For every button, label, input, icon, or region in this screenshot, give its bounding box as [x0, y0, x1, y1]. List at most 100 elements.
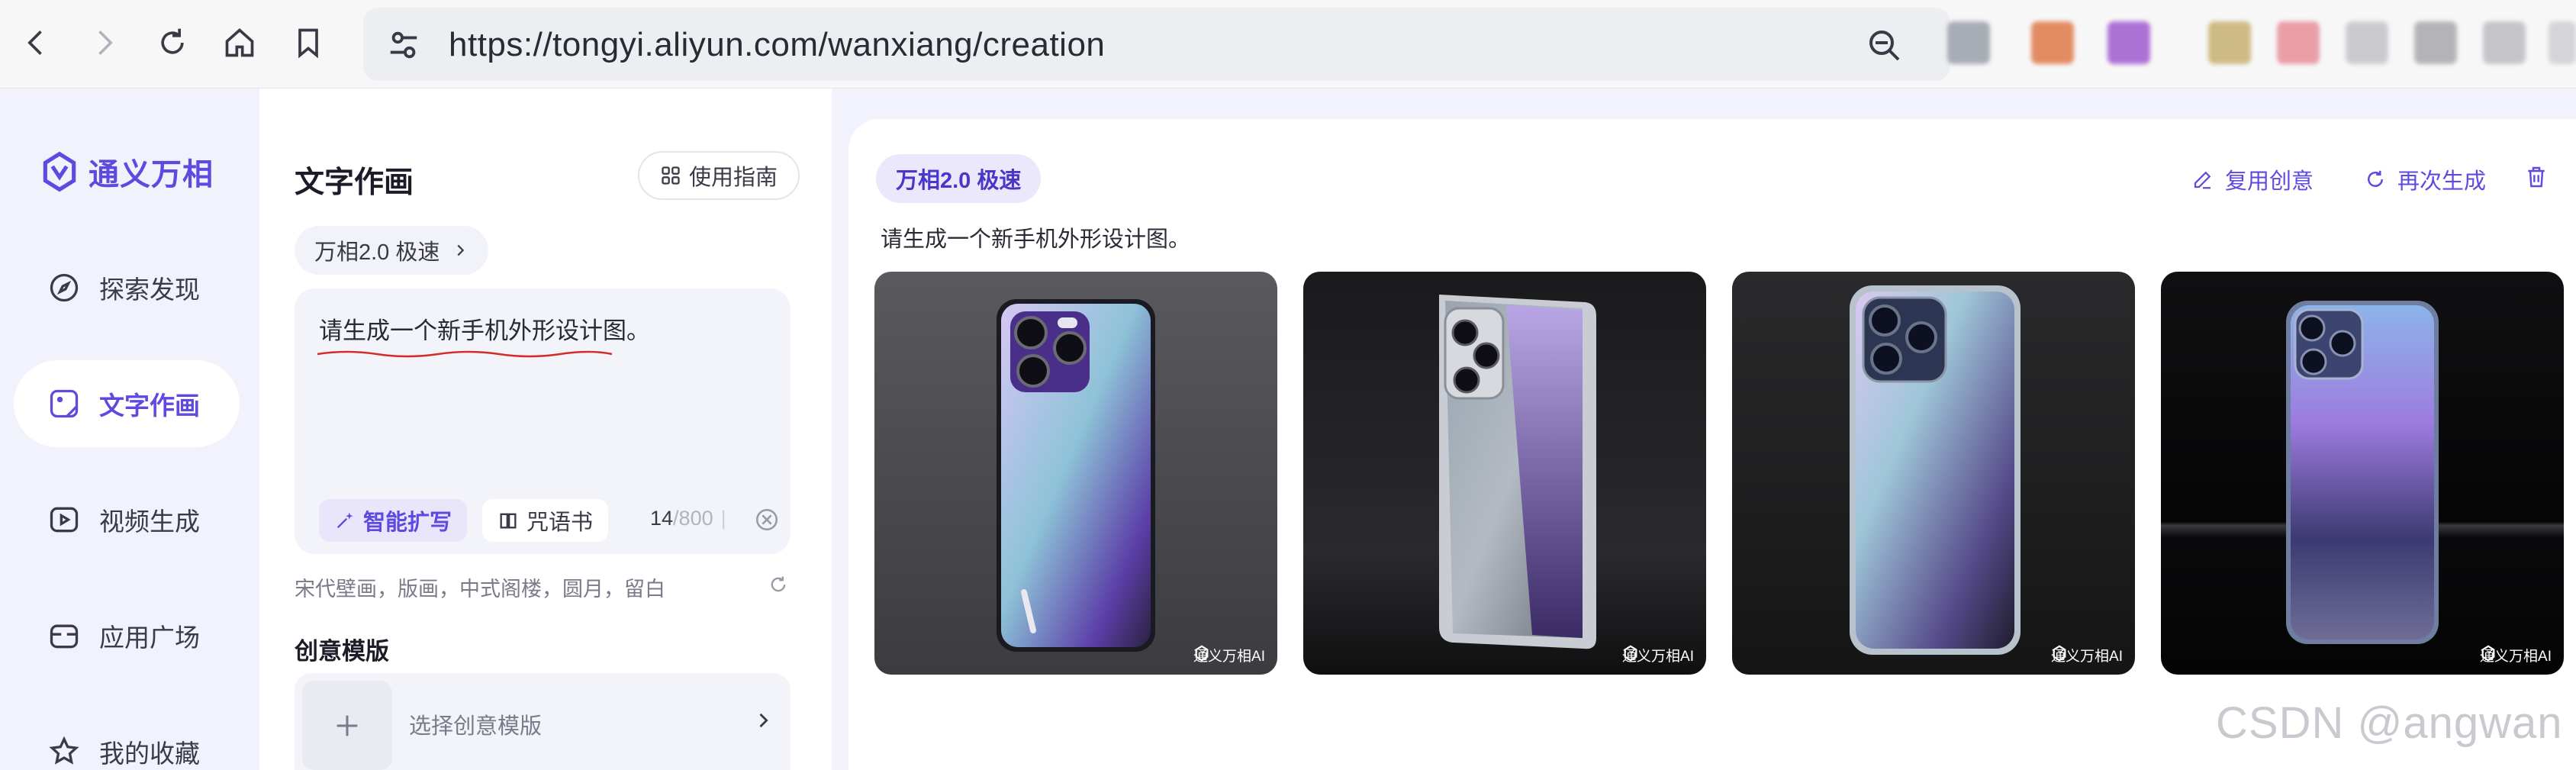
result-area: 万相2.0 极速 复用创意 再次生成 请生成一个新手机外形设计图。 通义万相AI: [848, 119, 2576, 770]
regenerate-button[interactable]: 再次生成: [2364, 163, 2486, 195]
guide-button[interactable]: 使用指南: [638, 151, 800, 200]
image-watermark: 通义万相AI: [2480, 645, 2552, 665]
extension-icon[interactable]: [2208, 21, 2251, 64]
generated-image[interactable]: 通义万相AI: [1303, 272, 1706, 675]
phone-render-1: [997, 299, 1155, 652]
prompt-text[interactable]: 请生成一个新手机外形设计图。: [319, 311, 650, 346]
extension-icon[interactable]: [2277, 21, 2320, 64]
extension-icon[interactable]: [2346, 21, 2388, 64]
bookmark-button[interactable]: [285, 20, 331, 66]
template-placeholder: 选择创意模版: [409, 714, 543, 739]
reload-icon: [161, 28, 184, 54]
sidebar-item-favorites[interactable]: 我的收藏: [14, 708, 240, 770]
template-section-title: 创意模版: [295, 638, 389, 665]
forward-button[interactable]: [81, 20, 127, 66]
page-title: 文字作画: [295, 166, 414, 199]
generated-image[interactable]: 通义万相AI: [2161, 272, 2564, 675]
sidebar-item-label: 探索发现: [99, 275, 200, 304]
sidebar-item-label: 应用广场: [99, 623, 200, 652]
video-icon: [50, 507, 79, 533]
spellbook-label: 咒语书: [526, 511, 594, 535]
star-icon: [49, 736, 79, 765]
extension-icon[interactable]: [2549, 21, 2576, 64]
logo-text: 通义万相: [89, 158, 214, 192]
trash-icon[interactable]: [2524, 165, 2549, 189]
prompt-input[interactable]: 请生成一个新手机外形设计图。 智能扩写 咒语书 14/800 |: [295, 288, 791, 554]
generated-image[interactable]: 通义万相AI: [874, 272, 1277, 675]
csdn-watermark: CSDN @angwan: [2216, 698, 2563, 748]
tongyi-logo-icon: [2053, 645, 2066, 662]
edit-icon: [2194, 171, 2211, 189]
sidebar: 通义万相 探索发现 文字作画 视频生成 应用广场 我的收藏: [0, 89, 259, 770]
char-max: /800: [673, 507, 713, 530]
clear-icon[interactable]: [754, 507, 780, 533]
book-icon: [500, 513, 517, 529]
result-model-badge: 万相2.0 极速: [876, 154, 1042, 203]
result-model-label: 万相2.0 极速: [896, 169, 1022, 193]
tongyi-logo-icon: [1195, 645, 1209, 662]
guide-label: 使用指南: [688, 166, 778, 190]
home-button[interactable]: [217, 20, 262, 66]
sidebar-item-app-square[interactable]: 应用广场: [14, 592, 240, 679]
extension-icon[interactable]: [2107, 21, 2150, 64]
image-watermark: 通义万相AI: [1622, 645, 1694, 665]
sidebar-item-explore[interactable]: 探索发现: [14, 244, 240, 331]
add-template-button[interactable]: [302, 681, 392, 770]
back-arrow-icon: [27, 31, 42, 55]
sidebar-item-label: 我的收藏: [99, 739, 200, 768]
char-count: 14: [650, 507, 674, 530]
phone-render-4: [2286, 301, 2439, 644]
site-settings-icon[interactable]: [386, 27, 421, 63]
canvas-icon: [50, 389, 79, 418]
chevron-right-icon: [457, 244, 465, 256]
tongyi-logo-icon: [43, 151, 76, 192]
magic-wand-icon: [336, 512, 353, 529]
extension-icon[interactable]: [1947, 21, 1990, 64]
creation-panel: 文字作画 使用指南 万相2.0 极速 请生成一个新手机外形设计图。 智能扩写 咒…: [267, 119, 819, 770]
sidebar-item-text-to-image[interactable]: 文字作画: [14, 360, 240, 447]
extension-icon[interactable]: [2483, 21, 2526, 64]
extension-icon[interactable]: [2414, 21, 2457, 64]
image-watermark: 通义万相AI: [1193, 645, 1265, 665]
generated-image[interactable]: 通义万相AI: [1732, 272, 2135, 675]
model-selector[interactable]: 万相2.0 极速: [295, 226, 489, 275]
spellbook-button[interactable]: 咒语书: [482, 499, 609, 542]
smart-expand-button[interactable]: 智能扩写: [319, 499, 468, 542]
regenerate-label: 再次生成: [2397, 169, 2487, 194]
reload-button[interactable]: [150, 20, 195, 66]
sidebar-item-video[interactable]: 视频生成: [14, 476, 240, 563]
result-prompt-text: 请生成一个新手机外形设计图。: [881, 227, 1191, 252]
home-icon: [225, 28, 254, 57]
sidebar-item-label: 文字作画: [99, 391, 200, 420]
store-icon: [50, 624, 79, 649]
forward-arrow-icon: [98, 31, 113, 55]
sidebar-item-label: 视频生成: [99, 507, 200, 536]
smart-expand-label: 智能扩写: [363, 511, 452, 535]
reuse-label: 复用创意: [2225, 169, 2314, 194]
redo-icon: [2368, 170, 2383, 187]
grid-icon: [662, 166, 680, 185]
address-bar[interactable]: https://tongyi.aliyun.com/wanxiang/creat…: [363, 8, 1950, 81]
model-label: 万相2.0 极速: [314, 240, 440, 265]
refresh-icon[interactable]: [768, 574, 789, 595]
tongyi-logo-icon: [1624, 645, 1637, 662]
spellcheck-underline: [317, 350, 613, 358]
reuse-button[interactable]: 复用创意: [2191, 163, 2314, 195]
app-logo[interactable]: 通义万相: [38, 150, 214, 194]
image-watermark: 通义万相AI: [2051, 645, 2123, 665]
tongyi-logo-icon: [2481, 645, 2495, 662]
back-button[interactable]: [14, 20, 60, 66]
chevron-right-icon: [759, 713, 768, 728]
browser-toolbar: https://tongyi.aliyun.com/wanxiang/creat…: [0, 0, 2576, 89]
template-selector[interactable]: 选择创意模版: [295, 673, 791, 770]
bookmark-icon: [298, 28, 318, 59]
zoom-out-icon[interactable]: [1866, 27, 1903, 64]
plus-icon: [336, 715, 358, 736]
char-counter: 14/800 |: [650, 507, 726, 530]
phone-render-2: [1439, 295, 1596, 649]
phone-render-3: [1850, 285, 2021, 655]
prompt-suggestion[interactable]: 宋代壁画，版画，中式阁楼，圆月，留白: [295, 572, 665, 602]
url-text[interactable]: https://tongyi.aliyun.com/wanxiang/creat…: [449, 26, 1105, 64]
extension-icon[interactable]: [2031, 21, 2074, 64]
compass-icon: [50, 273, 79, 302]
